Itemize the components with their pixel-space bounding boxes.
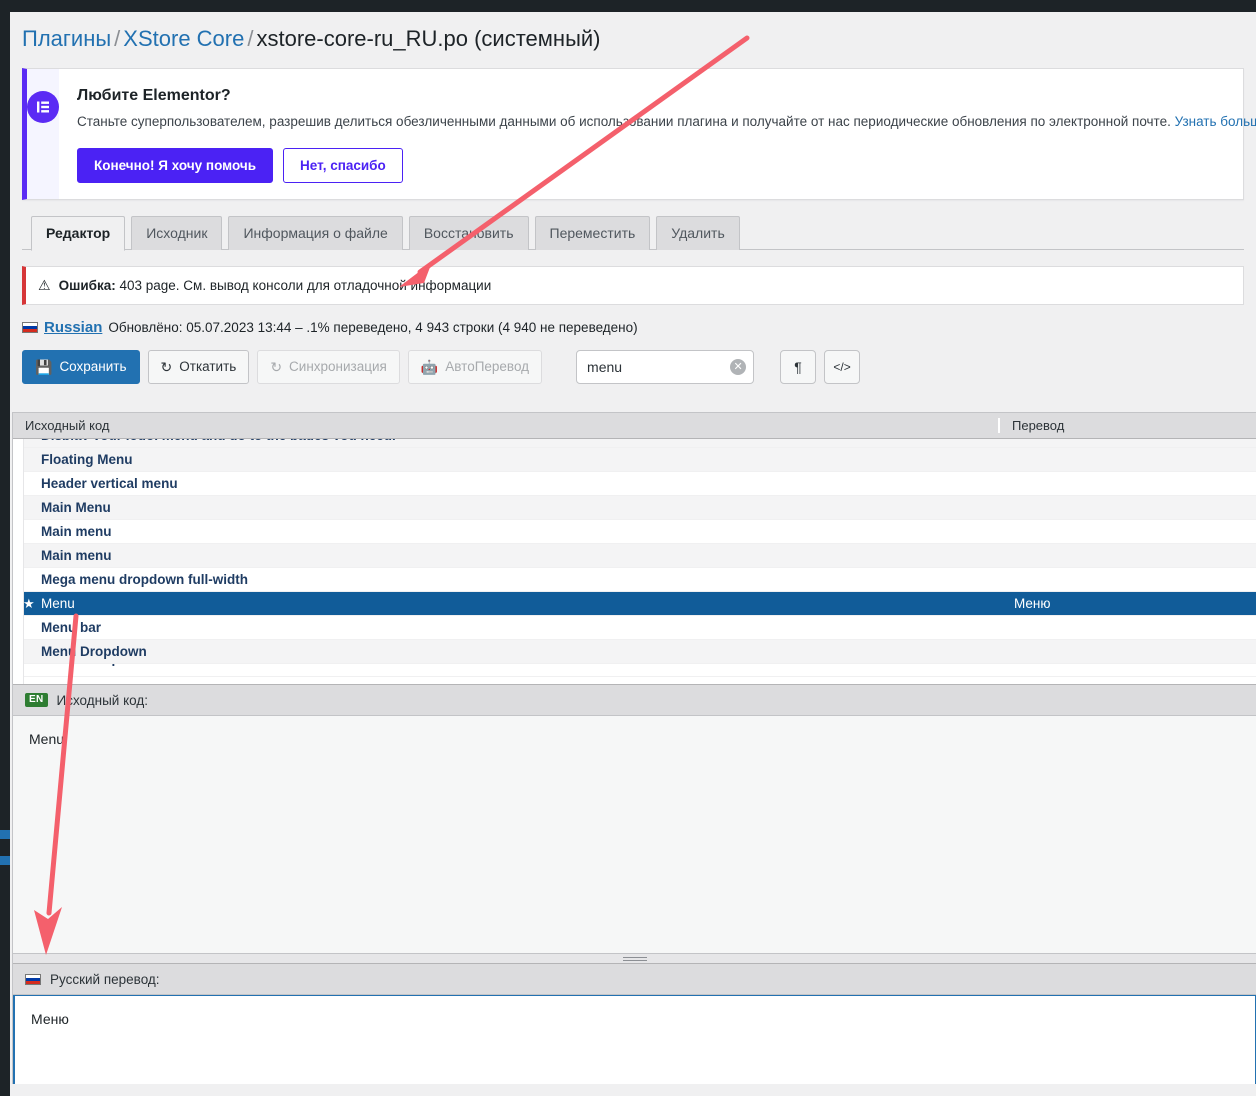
table-row-selected[interactable]: ★ Menu Меню [13,592,1256,616]
locale-status-text: Обновлёно: 05.07.2023 13:44 – .1% переве… [108,319,638,335]
error-notice-message: 403 page. См. вывод консоли для отладочн… [119,277,492,293]
locale-meta-line: Russian Обновлёно: 05.07.2023 13:44 – .1… [22,319,1244,336]
elementor-accept-button[interactable]: Конечно! Я хочу помочь [77,147,274,183]
row-source: Menu icon presentation [13,664,998,671]
table-row[interactable]: Floating Menu [13,448,1256,472]
clear-circle-icon[interactable]: ✕ [730,358,747,375]
row-translation: Меню [1014,596,1051,611]
breadcrumb: Плагины / XStore Core / xstore-core-ru_RU.po… [10,12,1256,62]
table-row[interactable]: Main menu [13,520,1256,544]
tab-restore[interactable]: Восстановить [408,215,529,250]
sidebar-highlight-1 [0,830,10,839]
breadcrumb-link-xstore-core[interactable]: XStore Core [123,26,244,51]
elementor-opt-in-notice: Любите Elementor? Станьте суперпользоват… [22,68,1256,200]
table-row[interactable]: Menu Dropdown [13,640,1256,664]
row-source: Menu bar [41,620,102,635]
row-source: Mega menu dropdown full-width [41,572,248,587]
sync-button[interactable]: ↻ Синхронизация [257,349,400,384]
translation-textarea[interactable]: Меню [13,995,1256,1084]
table-row[interactable]: Display your logo, menu and go to the pa… [13,439,1256,448]
revert-arrow-icon: ↻ [160,358,173,375]
sync-button-label: Синхронизация [289,359,387,375]
save-button-label: Сохранить [59,359,127,375]
grid-body[interactable]: Display your logo, menu and go to the pa… [13,439,1256,684]
table-row[interactable]: Header vertical menu [13,472,1256,496]
source-text-readonly: Menu [13,716,1256,953]
error-notice-text: Ошибка: 403 page. См. вывод консоли для … [59,278,492,293]
splitter-grip-icon [622,957,647,961]
revert-button-label: Откатить [179,359,237,375]
robot-icon: 🤖 [420,358,439,375]
row-source: Main Menu [41,500,111,515]
russian-flag-icon [25,973,41,985]
grid-header-translation[interactable]: Перевод [998,418,1256,433]
tab-delete[interactable]: Удалить [656,215,740,250]
editor-tabs: Редактор Исходник Информация о файле Восста… [22,215,1244,251]
breadcrumb-link-plugins[interactable]: Плагины [22,26,111,51]
row-source: Main menu [41,548,112,563]
sidebar-highlight-2 [0,856,10,865]
pane-splitter[interactable] [13,953,1256,963]
editor-toolbar: 💾 Сохранить ↻ Откатить ↻ Синхронизация 🤖… [22,349,1244,384]
row-source: Header vertical menu [41,476,178,491]
row-source: Floating Menu [41,452,133,467]
table-row[interactable]: Mega menu dropdown full-width [13,568,1256,592]
elementor-decline-button[interactable]: Нет, спасибо [283,147,403,183]
elementor-notice-title: Любите Elementor? [77,87,231,104]
breadcrumb-separator-2: / [247,26,254,51]
locale-name-link[interactable]: Russian [44,319,102,336]
grid-header: Исходный код Перевод [13,413,1256,439]
elementor-notice-body: Любите Elementor? Станьте суперпользоват… [59,69,1256,199]
breadcrumb-separator-1: / [114,26,121,51]
auto-translate-button-label: АвтоПеревод [445,359,530,375]
elementor-learn-more-link[interactable]: Узнать больше [1175,114,1256,129]
target-pane-header: Русский перевод: [13,963,1256,995]
search-input[interactable] [576,349,755,384]
elementor-logo-icon [27,91,59,123]
search-field-wrapper: ✕ [576,349,755,384]
tab-editor[interactable]: Редактор [31,215,126,251]
toggle-code-view-button[interactable]: </> [824,349,861,384]
error-notice-label: Ошибка: [58,277,116,293]
row-source: Display your logo, menu and go to the pa… [13,439,998,440]
target-pane-label: Русский перевод: [50,971,160,987]
language-badge-en: EN [25,693,48,707]
tab-source[interactable]: Исходник [131,215,223,250]
save-button[interactable]: 💾 Сохранить [22,349,140,384]
elementor-notice-paragraph: Станьте суперпользователем, разрешив дел… [77,114,1171,129]
breadcrumb-current-file: xstore-core-ru_RU.po (системный) [256,26,601,51]
wp-admin-sidebar[interactable] [0,12,10,1096]
tab-move[interactable]: Переместить [534,215,651,250]
auto-translate-button[interactable]: 🤖 АвтоПеревод [407,349,543,384]
screenshot-root: Плагины / XStore Core / xstore-core-ru_RU.po… [0,0,1256,1096]
revert-button[interactable]: ↻ Откатить [147,349,250,384]
grid-header-source[interactable]: Исходный код [13,418,998,433]
row-source: Main menu [41,524,112,539]
star-icon[interactable]: ★ [23,596,39,612]
error-notice: ⚠ Ошибка: 403 page. См. вывод консоли дл… [22,265,1244,305]
source-pane-label: Исходный код: [56,692,149,708]
sync-arrows-icon: ↻ [270,358,283,375]
table-row[interactable]: Main menu [13,544,1256,568]
row-source: Menu Dropdown [41,644,147,659]
tab-file-info[interactable]: Информация о файле [228,215,403,250]
row-source-text: Menu [41,595,75,611]
translation-editor: Исходный код Перевод Display your logo, … [12,412,1256,1084]
source-pane-header: EN Исходный код: [13,684,1256,716]
russian-flag-icon [22,321,38,333]
elementor-notice-icon-column [27,69,59,199]
wp-admin-bar [0,0,1256,12]
warning-triangle-icon: ⚠ [38,277,51,294]
save-disk-icon: 💾 [35,358,53,375]
toggle-invisibles-button[interactable]: ¶ [780,349,817,384]
table-row[interactable]: Menu icon presentation [13,664,1256,677]
elementor-notice-text: Станьте суперпользователем, разрешив дел… [77,113,1256,132]
row-source: ★ Menu [13,596,998,612]
table-row[interactable]: Main Menu [13,496,1256,520]
table-row[interactable]: Menu bar [13,616,1256,640]
